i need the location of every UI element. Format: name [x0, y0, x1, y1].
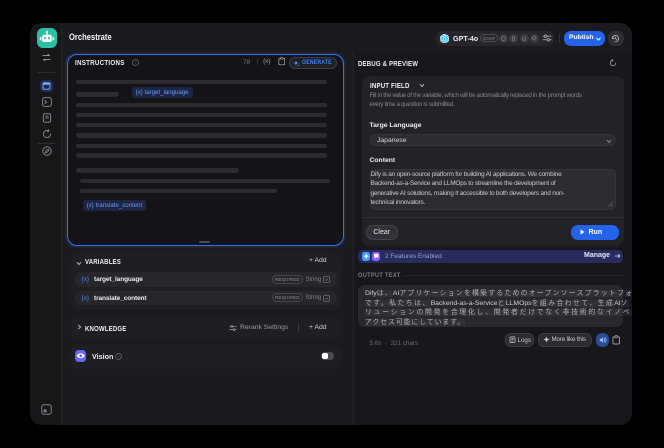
svg-text:?: ? [117, 354, 120, 359]
svg-text:?: ? [134, 60, 137, 65]
